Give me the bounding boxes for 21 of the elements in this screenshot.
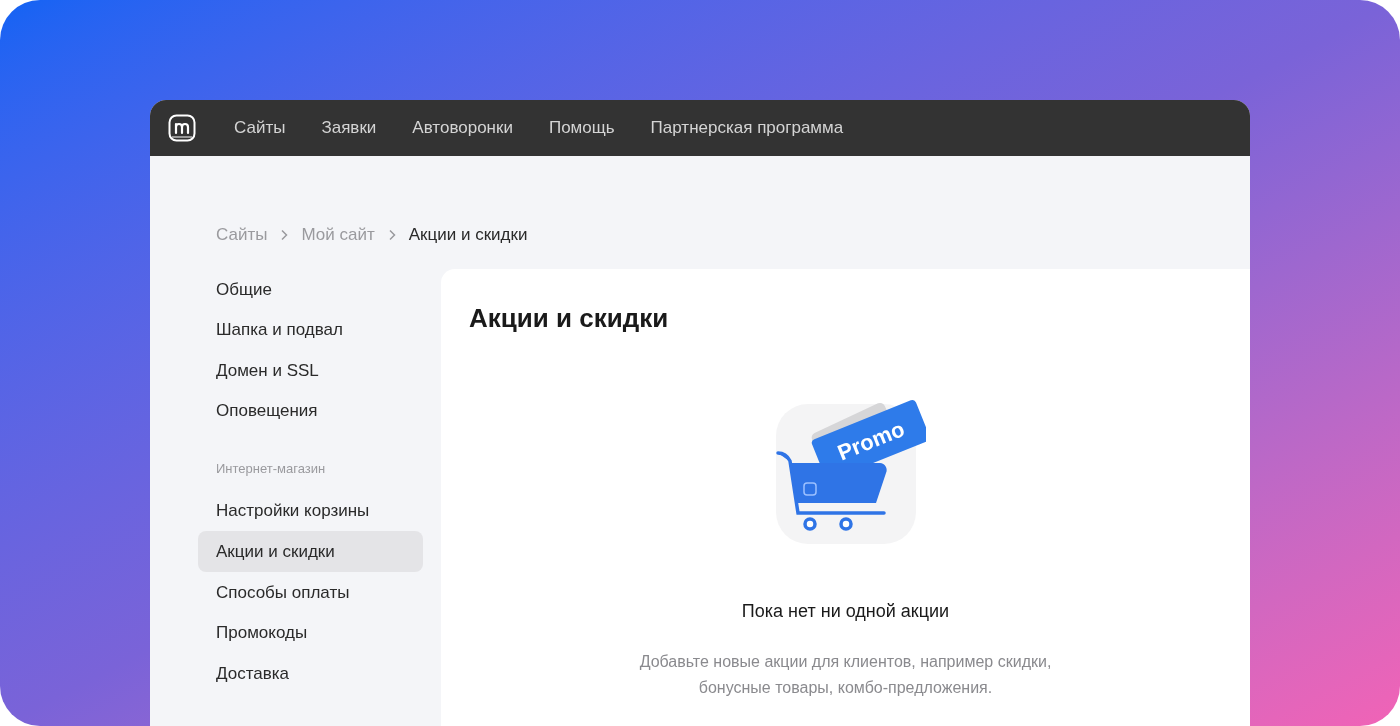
sidebar-item[interactable]: Оповещения xyxy=(198,390,423,432)
empty-state-title: Пока нет ни одной акции xyxy=(741,600,950,623)
sidebar-item[interactable]: Доставка xyxy=(198,653,423,694)
sidebar-item[interactable]: Шапка и подвал xyxy=(198,309,423,351)
sidebar-item[interactable]: Акции и скидки xyxy=(198,531,423,573)
nav-link[interactable]: Заявки xyxy=(321,115,377,141)
chevron-right-icon xyxy=(279,228,290,241)
sidebar-item[interactable]: Общие xyxy=(198,269,423,310)
nav-link[interactable]: Помощь xyxy=(548,115,615,141)
nav-link[interactable]: Автоворонки xyxy=(412,115,513,141)
sidebar-item[interactable]: Настройки корзины xyxy=(198,490,423,532)
nav-link[interactable]: Партнерская программа xyxy=(650,115,844,141)
breadcrumb-link[interactable]: Акции и скидки xyxy=(408,221,528,248)
sidebar-section-heading: Интернет-магазин xyxy=(215,460,327,479)
empty-state-description: Добавьте новые акции для клиентов, например скидки, бонусные товары, комбо-предложения. xyxy=(638,652,1053,698)
sidebar-item[interactable]: Домен и SSL xyxy=(198,350,423,391)
page-title: Акции и скидки xyxy=(468,302,670,335)
sidebar-item[interactable]: Промокоды xyxy=(198,612,423,654)
logo-icon[interactable] xyxy=(168,114,196,142)
sidebar-item[interactable]: Способы оплаты xyxy=(198,572,423,613)
nav-link[interactable]: Сайты xyxy=(234,115,286,141)
